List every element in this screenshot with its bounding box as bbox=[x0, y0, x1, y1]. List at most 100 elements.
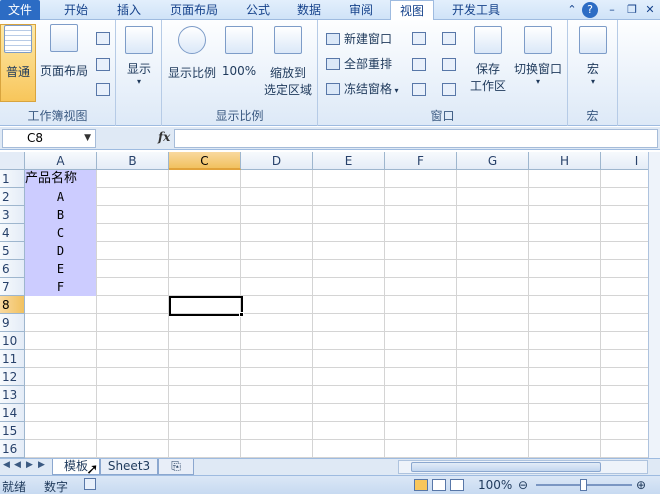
grid-vline bbox=[312, 170, 313, 458]
horizontal-scrollbar[interactable] bbox=[398, 460, 648, 474]
row-header-13[interactable]: 13 bbox=[0, 386, 25, 404]
switch-windows-button[interactable]: 切换窗口 ▾ bbox=[510, 26, 566, 86]
spreadsheet-grid[interactable]: ABCDEFGHI 1 2 3 4 5 6 7 8 9 10 11 12 13 14 15 16 产品名称 A B… bbox=[0, 152, 660, 458]
row-header-1[interactable]: 1 bbox=[0, 170, 25, 188]
tab-review[interactable]: 审阅 bbox=[338, 0, 384, 20]
row-header-6[interactable]: 6 bbox=[0, 260, 25, 278]
row-header-15[interactable]: 15 bbox=[0, 422, 25, 440]
page-break-preview-icon[interactable] bbox=[96, 32, 110, 45]
chevron-down-icon: ▾ bbox=[590, 77, 595, 86]
zoom-label: 显示比例 bbox=[167, 66, 216, 80]
reset-window-position-icon[interactable] bbox=[442, 83, 456, 96]
show-button[interactable]: 显示 ▾ bbox=[120, 26, 158, 86]
prev-sheet-icon[interactable]: ◀ bbox=[14, 460, 21, 470]
row-header-16[interactable]: 16 bbox=[0, 440, 25, 458]
zoom-in-icon[interactable]: ⊕ bbox=[636, 478, 646, 492]
row-header-12[interactable]: 12 bbox=[0, 368, 25, 386]
vertical-scrollbar[interactable] bbox=[648, 152, 660, 458]
last-sheet-icon[interactable]: ▶ bbox=[38, 460, 45, 470]
hide-icon[interactable] bbox=[412, 58, 426, 71]
minimize-icon[interactable]: – bbox=[604, 2, 620, 18]
split-icon[interactable] bbox=[412, 32, 426, 45]
zoom-100-label: 100% bbox=[221, 64, 257, 78]
normal-view-button[interactable]: 普通 bbox=[0, 24, 36, 102]
row-header-11[interactable]: 11 bbox=[0, 350, 25, 368]
column-header-g[interactable]: G bbox=[457, 152, 529, 170]
active-cell-c8[interactable] bbox=[169, 296, 243, 316]
next-sheet-icon[interactable]: ▶ bbox=[26, 460, 33, 470]
zoom-100-button[interactable]: 100% bbox=[220, 26, 258, 78]
column-header-d[interactable]: D bbox=[241, 152, 313, 170]
zoom-slider-thumb[interactable] bbox=[580, 479, 587, 491]
normal-view-status-icon[interactable] bbox=[414, 479, 428, 491]
column-header-h[interactable]: H bbox=[529, 152, 601, 170]
zoom-button[interactable]: 显示比例 bbox=[166, 26, 218, 81]
freeze-panes-button[interactable]: 冻结窗格 ▾ bbox=[326, 80, 399, 98]
page-layout-view-button[interactable]: 页面布局 bbox=[38, 24, 90, 102]
cell-a6[interactable]: E bbox=[25, 260, 96, 278]
scroll-thumb[interactable] bbox=[411, 462, 601, 472]
save-workspace-button[interactable]: 保存 工作区 bbox=[468, 26, 508, 94]
cell-a2[interactable]: A bbox=[25, 188, 96, 206]
row-header-9[interactable]: 9 bbox=[0, 314, 25, 332]
zoom-level[interactable]: 100% bbox=[478, 478, 512, 492]
show-label: 显示 bbox=[126, 62, 151, 76]
sheet-tab-bar: ◀ ◀ ▶ ▶ 模板 Sheet3 ⎘ bbox=[0, 458, 660, 475]
grid-vline bbox=[456, 170, 457, 458]
help-icon[interactable]: ? bbox=[582, 2, 598, 18]
close-icon[interactable]: ✕ bbox=[642, 2, 658, 18]
column-header-f[interactable]: F bbox=[385, 152, 457, 170]
row-header-8[interactable]: 8 bbox=[0, 296, 25, 314]
tab-formulas[interactable]: 公式 bbox=[236, 0, 280, 20]
arrange-all-button[interactable]: 全部重排 bbox=[326, 55, 392, 73]
insert-function-icon[interactable]: fx bbox=[158, 130, 170, 144]
macros-button[interactable]: 宏 ▾ bbox=[576, 26, 610, 86]
select-all-corner[interactable] bbox=[0, 152, 25, 170]
row-header-14[interactable]: 14 bbox=[0, 404, 25, 422]
row-header-3[interactable]: 3 bbox=[0, 206, 25, 224]
new-window-button[interactable]: 新建窗口 bbox=[326, 30, 392, 48]
zoom-to-selection-button[interactable]: 缩放到 选定区域 bbox=[260, 26, 316, 98]
column-header-a[interactable]: A bbox=[25, 152, 97, 170]
tab-insert[interactable]: 插入 bbox=[106, 0, 152, 20]
restore-icon[interactable]: ❐ bbox=[624, 2, 640, 18]
synchronous-scrolling-icon[interactable] bbox=[442, 58, 456, 71]
formula-input[interactable] bbox=[174, 129, 658, 148]
fill-handle[interactable] bbox=[239, 312, 244, 317]
tab-page-layout[interactable]: 页面布局 bbox=[158, 0, 230, 20]
cell-a1[interactable]: 产品名称 bbox=[25, 170, 96, 188]
unhide-icon[interactable] bbox=[412, 83, 426, 96]
cell-a3[interactable]: B bbox=[25, 206, 96, 224]
first-sheet-icon[interactable]: ◀ bbox=[3, 460, 10, 470]
chevron-down-icon[interactable]: ▼ bbox=[84, 130, 91, 147]
row-header-5[interactable]: 5 bbox=[0, 242, 25, 260]
full-screen-icon[interactable] bbox=[96, 83, 110, 96]
insert-sheet-icon[interactable]: ⎘ bbox=[158, 459, 194, 475]
row-header-2[interactable]: 2 bbox=[0, 188, 25, 206]
row-header-7[interactable]: 7 bbox=[0, 278, 25, 296]
view-side-by-side-icon[interactable] bbox=[442, 32, 456, 45]
cell-a5[interactable]: D bbox=[25, 242, 96, 260]
tab-view[interactable]: 视图 bbox=[390, 0, 434, 21]
column-header-c[interactable]: C bbox=[169, 152, 241, 170]
page-layout-status-icon[interactable] bbox=[432, 479, 446, 491]
zoom-out-icon[interactable]: ⊖ bbox=[518, 478, 528, 492]
custom-views-icon[interactable] bbox=[96, 58, 110, 71]
cell-a4[interactable]: C bbox=[25, 224, 96, 242]
sheet-tab-sheet3[interactable]: Sheet3 bbox=[100, 459, 158, 475]
name-box[interactable]: C8 ▼ bbox=[2, 129, 96, 148]
tab-home[interactable]: 开始 bbox=[52, 0, 100, 20]
ribbon-minimize-icon[interactable]: ⌃ bbox=[564, 2, 580, 18]
row-header-10[interactable]: 10 bbox=[0, 332, 25, 350]
column-header-e[interactable]: E bbox=[313, 152, 385, 170]
excel-window: 文件 开始 插入 页面布局 公式 数据 审阅 视图 开发工具 ⌃ ? – ❐ ✕… bbox=[0, 0, 660, 494]
macro-record-icon[interactable] bbox=[84, 478, 96, 490]
tab-developer[interactable]: 开发工具 bbox=[442, 0, 510, 20]
page-break-status-icon[interactable] bbox=[450, 479, 464, 491]
tab-data[interactable]: 数据 bbox=[286, 0, 332, 20]
tab-file[interactable]: 文件 bbox=[0, 0, 40, 20]
column-header-b[interactable]: B bbox=[97, 152, 169, 170]
row-header-4[interactable]: 4 bbox=[0, 224, 25, 242]
cell-a7[interactable]: F bbox=[25, 278, 96, 296]
group-label-workbook-views: 工作簿视图 bbox=[27, 109, 88, 123]
